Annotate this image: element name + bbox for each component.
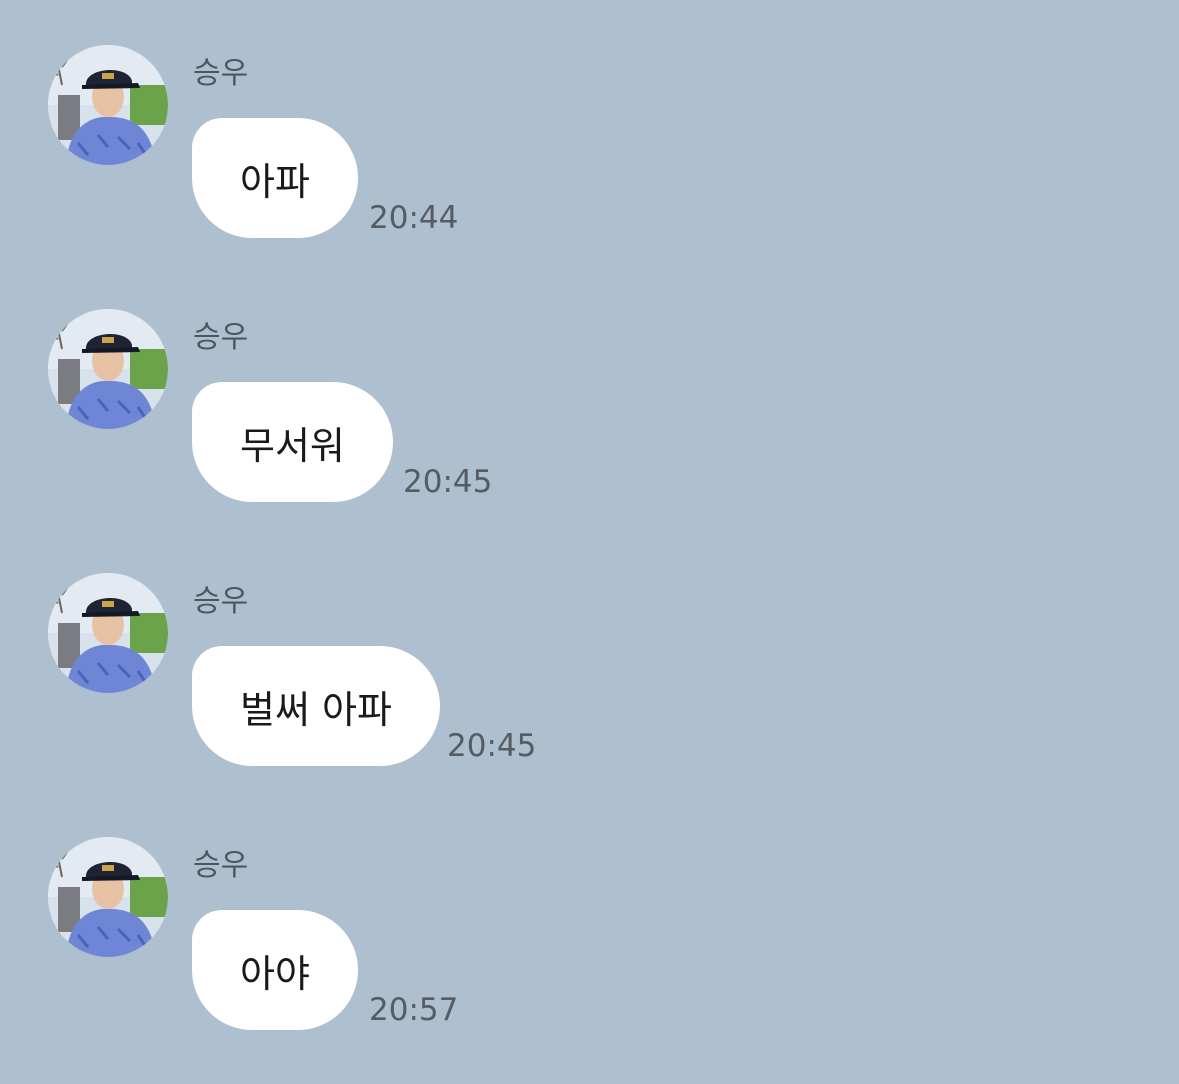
message-group: 승우 아파 20:44 [0,0,1179,238]
message-bubble[interactable]: 무서워 [192,382,393,502]
chat-message-list[interactable]: 승우 아파 20:44 승우 무서워 20:45 승우 벌써 아파 20:45 … [0,0,1179,1084]
profile-photo-icon[interactable] [48,837,168,957]
message-group: 승우 무서워 20:45 [0,264,1179,502]
message-timestamp: 20:45 [447,728,537,764]
profile-photo-icon[interactable] [48,45,168,165]
message-bubble[interactable]: 벌써 아파 [192,646,440,766]
message-bubble[interactable]: 아야 [192,910,358,1030]
message-group: 승우 아야 20:57 [0,792,1179,1030]
message-timestamp: 20:44 [369,200,459,236]
message-group: 승우 벌써 아파 20:45 [0,528,1179,766]
sender-name: 승우 [193,584,249,619]
sender-name: 승우 [193,56,249,91]
profile-photo-icon[interactable] [48,309,168,429]
sender-name: 승우 [193,320,249,355]
sender-name: 승우 [193,848,249,883]
profile-photo-icon[interactable] [48,573,168,693]
message-bubble[interactable]: 아파 [192,118,358,238]
message-timestamp: 20:45 [403,464,493,500]
message-timestamp: 20:57 [369,992,459,1028]
